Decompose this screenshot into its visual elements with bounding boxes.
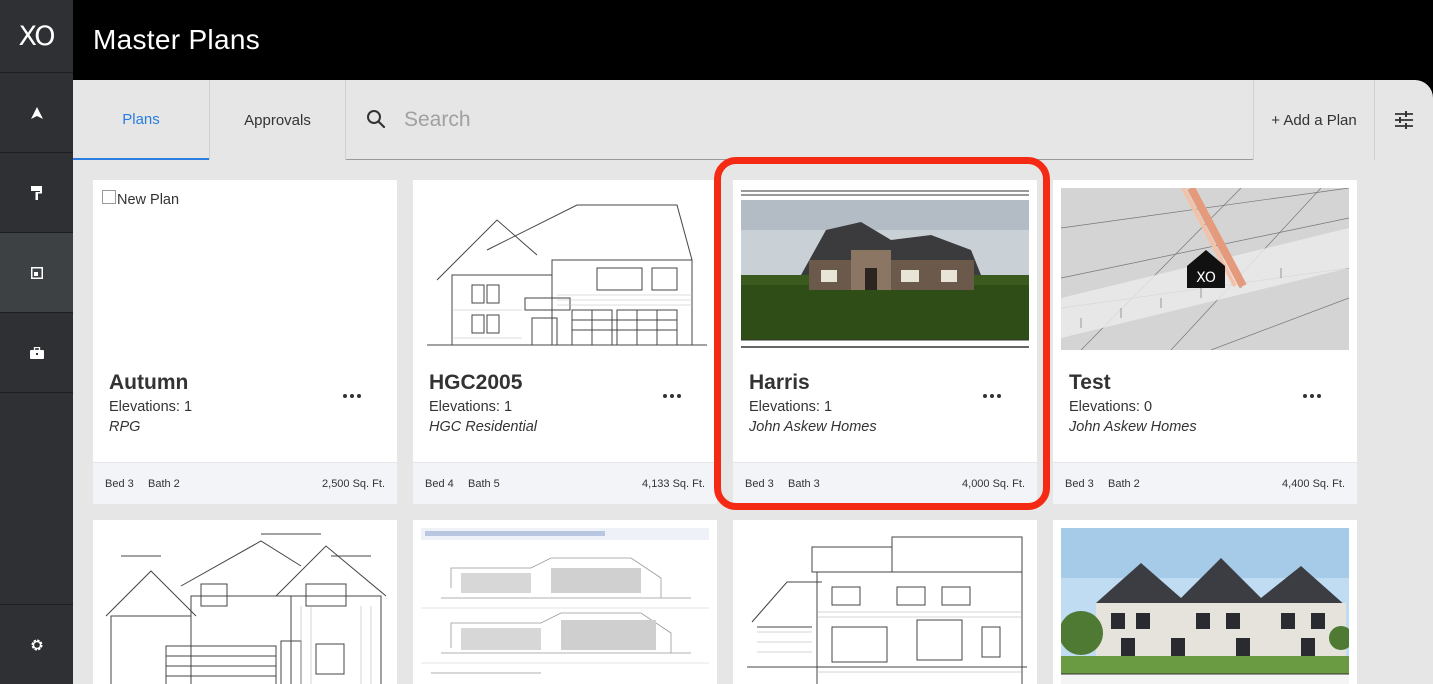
plan-bath: Bath 2 bbox=[148, 478, 180, 490]
briefcase-icon bbox=[29, 346, 44, 359]
plan-elevations: Elevations: 1 bbox=[429, 399, 513, 415]
dot-icon bbox=[350, 394, 354, 398]
navigation-arrow-icon bbox=[30, 106, 43, 119]
paint-roller-icon bbox=[30, 185, 42, 200]
plan-bed: Bed 4 bbox=[425, 478, 454, 490]
plan-stats: Bed 3 Bath 3 4,000 Sq. Ft. bbox=[733, 462, 1037, 504]
toolbar: Plans Approvals + Add a Plan bbox=[73, 80, 1433, 160]
page-title: Master Plans bbox=[93, 24, 260, 55]
more-options-button[interactable] bbox=[983, 391, 1003, 401]
plan-sqft: 4,400 Sq. Ft. bbox=[1282, 478, 1345, 490]
dot-icon bbox=[990, 394, 994, 398]
plan-card[interactable] bbox=[93, 520, 397, 684]
search-input[interactable] bbox=[404, 104, 1204, 136]
dot-icon bbox=[1317, 394, 1321, 398]
new-plan-label: New Plan bbox=[117, 192, 180, 208]
xo-logo-icon: XO bbox=[1196, 270, 1216, 286]
plan-elevation-drawing bbox=[105, 533, 387, 684]
plan-builder: HGC Residential bbox=[429, 419, 537, 435]
plan-bath: Bath 5 bbox=[468, 478, 500, 490]
plan-name: Test bbox=[1069, 371, 1111, 394]
plan-card[interactable]: HGC2005 Elevations: 1 HGC Residential Be… bbox=[413, 180, 717, 504]
tab-approvals[interactable]: Approvals bbox=[209, 80, 346, 160]
nav-plans[interactable] bbox=[0, 233, 73, 313]
plan-rendering-image bbox=[1061, 528, 1349, 684]
floor-plan-icon bbox=[30, 266, 43, 279]
plan-stats: Bed 3 Bath 2 4,400 Sq. Ft. bbox=[1053, 462, 1357, 504]
plan-elevation-drawing bbox=[747, 536, 1027, 684]
add-plan-button[interactable]: + Add a Plan bbox=[1253, 80, 1374, 160]
filter-button[interactable] bbox=[1374, 80, 1433, 160]
plan-sqft: 4,000 Sq. Ft. bbox=[962, 478, 1025, 490]
dot-icon bbox=[1310, 394, 1314, 398]
sliders-icon bbox=[1395, 111, 1413, 129]
dot-icon bbox=[357, 394, 361, 398]
nav-portfolio[interactable] bbox=[0, 313, 73, 393]
plan-builder: John Askew Homes bbox=[1069, 419, 1197, 435]
plan-card[interactable]: XO Test Elevations: 0 John Askew Homes B… bbox=[1053, 180, 1357, 504]
dot-icon bbox=[670, 394, 674, 398]
nav-settings[interactable] bbox=[0, 604, 73, 684]
plan-elevation-drawing bbox=[427, 204, 707, 346]
new-plan-checkbox[interactable] bbox=[102, 190, 116, 204]
plan-name: Harris bbox=[749, 371, 810, 394]
dot-icon bbox=[677, 394, 681, 398]
plan-card[interactable] bbox=[1053, 520, 1357, 684]
main-content: Plans Approvals + Add a Plan New Plan Au… bbox=[73, 80, 1433, 684]
plan-elevations: Elevations: 1 bbox=[749, 399, 833, 415]
plan-name: Autumn bbox=[109, 371, 189, 394]
header: Master Plans bbox=[73, 0, 1433, 80]
nav-navigation[interactable] bbox=[0, 73, 73, 153]
plan-builder: John Askew Homes bbox=[749, 419, 877, 435]
more-options-button[interactable] bbox=[1303, 391, 1323, 401]
plan-card[interactable]: New Plan Autumn Elevations: 1 RPG Bed 3 … bbox=[93, 180, 397, 504]
nav-design[interactable] bbox=[0, 153, 73, 233]
plan-sqft: 2,500 Sq. Ft. bbox=[322, 478, 385, 490]
dot-icon bbox=[1303, 394, 1307, 398]
more-options-button[interactable] bbox=[343, 391, 363, 401]
plan-name: HGC2005 bbox=[429, 371, 523, 394]
search-icon bbox=[367, 110, 386, 129]
plan-card[interactable] bbox=[413, 520, 717, 684]
plan-bath: Bath 2 bbox=[1108, 478, 1140, 490]
plan-card[interactable] bbox=[733, 520, 1037, 684]
search-bar bbox=[346, 80, 1253, 160]
plan-builder: RPG bbox=[109, 419, 141, 435]
plan-elevations: Elevations: 0 bbox=[1069, 399, 1153, 415]
dot-icon bbox=[343, 394, 347, 398]
tab-plans[interactable]: Plans bbox=[73, 80, 209, 160]
plan-stats: Bed 3 Bath 2 2,500 Sq. Ft. bbox=[93, 462, 397, 504]
plan-stats: Bed 4 Bath 5 4,133 Sq. Ft. bbox=[413, 462, 717, 504]
more-options-button[interactable] bbox=[663, 391, 683, 401]
plan-elevations: Elevations: 1 bbox=[109, 399, 193, 415]
plan-document-scan bbox=[421, 528, 709, 674]
xo-logo[interactable]: XO bbox=[0, 0, 73, 73]
plan-bed: Bed 3 bbox=[1065, 478, 1094, 490]
plan-bed: Bed 3 bbox=[105, 478, 134, 490]
plan-card[interactable]: Harris Elevations: 1 John Askew Homes Be… bbox=[733, 180, 1037, 504]
dot-icon bbox=[663, 394, 667, 398]
dot-icon bbox=[983, 394, 987, 398]
dot-icon bbox=[997, 394, 1001, 398]
plan-bath: Bath 3 bbox=[788, 478, 820, 490]
plan-rendering-image bbox=[741, 190, 1029, 348]
sidebar: XO bbox=[0, 0, 73, 684]
plan-sqft: 4,133 Sq. Ft. bbox=[642, 478, 705, 490]
gear-icon bbox=[31, 639, 42, 650]
plan-placeholder-image: XO bbox=[1061, 188, 1349, 350]
plan-bed: Bed 3 bbox=[745, 478, 774, 490]
